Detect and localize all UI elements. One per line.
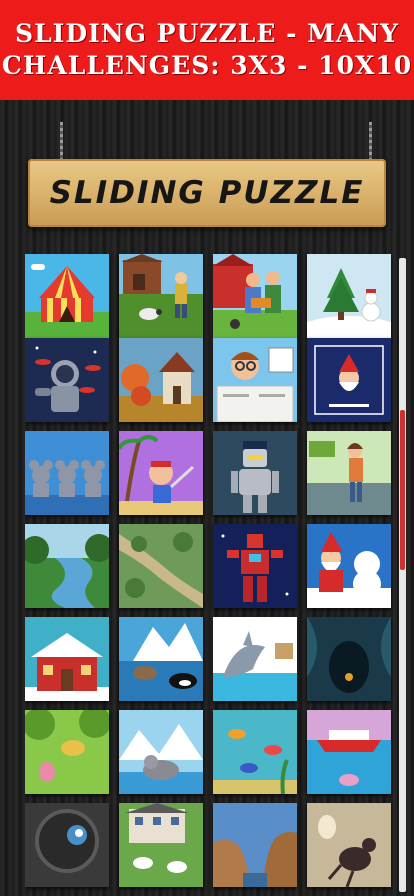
puzzle-tile-astronaut[interactable] — [25, 338, 109, 422]
astronaut-picture — [25, 338, 109, 422]
banner-title-line-1: SLIDING PUZZLE - MANY — [15, 19, 399, 48]
puzzle-tile-circus[interactable] — [25, 254, 109, 338]
underwater-cave-picture — [307, 617, 391, 701]
farm-boy-sheep-picture — [119, 254, 203, 338]
puzzle-tile-red-robot[interactable] — [213, 524, 297, 608]
promo-banner: SLIDING PUZZLE - MANY CHALLENGES: 3X3 - … — [0, 0, 414, 100]
puzzle-tile-river-map[interactable] — [119, 524, 203, 608]
santa-snow-house-picture — [25, 617, 109, 701]
man-reading-newspaper-picture — [213, 338, 297, 422]
puzzle-tile-farmers[interactable] — [213, 254, 297, 338]
puzzle-grid — [25, 254, 395, 896]
wooden-sign: SLIDING PUZZLE — [28, 159, 386, 227]
puzzle-tile-walrus[interactable] — [119, 710, 203, 794]
snowman-christmas-tree-picture — [307, 254, 391, 338]
red-robot-space-picture — [213, 524, 297, 608]
puzzle-tile-beetle[interactable] — [307, 803, 391, 887]
banner-title-line-2: CHALLENGES: 3X3 - 10X10 — [1, 51, 413, 80]
puzzle-tile-cannon[interactable] — [25, 803, 109, 887]
puzzle-tile-orca[interactable] — [119, 617, 203, 701]
puzzle-tile-underwater[interactable] — [213, 710, 297, 794]
puzzle-tile-canyon[interactable] — [213, 803, 297, 887]
beetle-egg-picture — [307, 803, 391, 887]
rope-left — [60, 122, 63, 160]
scrollbar-track[interactable] — [399, 258, 406, 892]
puzzle-tile-mice[interactable] — [25, 431, 109, 515]
puzzle-tile-shark[interactable] — [213, 617, 297, 701]
rope-right — [369, 122, 372, 160]
puzzle-tile-jungle[interactable] — [25, 710, 109, 794]
puzzle-tile-snowman[interactable] — [307, 254, 391, 338]
app-title: SLIDING PUZZLE — [49, 175, 365, 211]
puzzle-tile-santa-house[interactable] — [25, 617, 109, 701]
river-forest-picture — [25, 524, 109, 608]
underwater-scene-picture — [213, 710, 297, 794]
santa-christmas-card-picture — [307, 338, 391, 422]
puzzle-tile-cave[interactable] — [307, 617, 391, 701]
woman-kitchen-picture — [307, 431, 391, 515]
robot-police-picture — [213, 431, 297, 515]
puzzle-tile-robot-police[interactable] — [213, 431, 297, 515]
puzzle-tile-autumn-house[interactable] — [119, 338, 203, 422]
three-mice-picture — [25, 431, 109, 515]
farmer-family-picture — [213, 254, 297, 338]
shark-jump-picture — [213, 617, 297, 701]
jungle-animals-picture — [25, 710, 109, 794]
circus-tent-picture — [25, 254, 109, 338]
puzzle-tile-pirate[interactable] — [119, 431, 203, 515]
puzzle-tile-river-forest[interactable] — [25, 524, 109, 608]
pirate-boy-picture — [119, 431, 203, 515]
river-map-picture — [119, 524, 203, 608]
puzzle-tile-santa-bear[interactable] — [307, 524, 391, 608]
puzzle-tile-newspaper[interactable] — [213, 338, 297, 422]
canyon-landscape-picture — [213, 803, 297, 887]
cannon-bird-picture — [25, 803, 109, 887]
puzzle-tile-kitchen[interactable] — [307, 431, 391, 515]
santa-polar-bear-picture — [307, 524, 391, 608]
puzzle-tile-farm-boy[interactable] — [119, 254, 203, 338]
orca-seal-iceberg-picture — [119, 617, 203, 701]
autumn-house-picture — [119, 338, 203, 422]
farm-house-cows-picture — [119, 803, 203, 887]
puzzle-tile-santa-card[interactable] — [307, 338, 391, 422]
puzzle-tile-farm-house[interactable] — [119, 803, 203, 887]
scrollbar-thumb[interactable] — [400, 410, 405, 570]
cruise-ship-ocean-picture — [307, 710, 391, 794]
walrus-iceberg-picture — [119, 710, 203, 794]
puzzle-tile-cruise[interactable] — [307, 710, 391, 794]
